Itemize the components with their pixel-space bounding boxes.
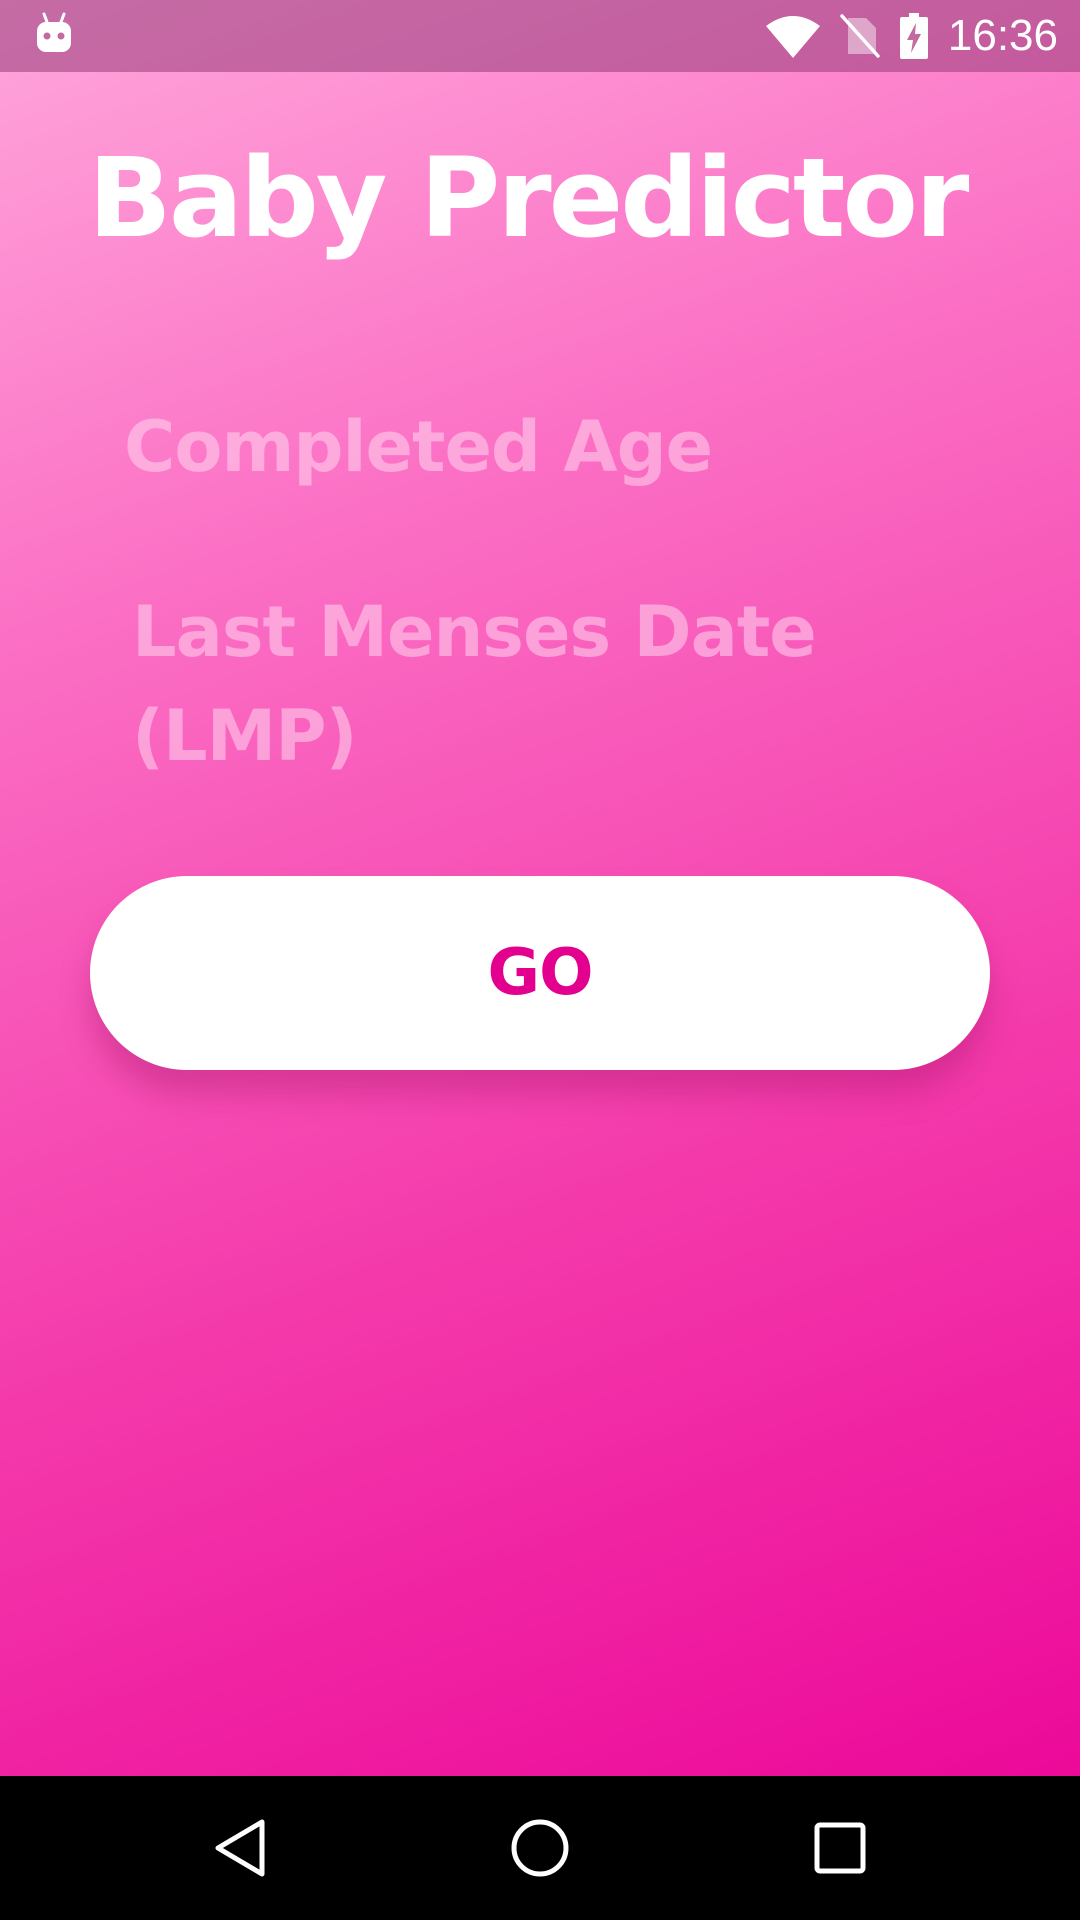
back-icon[interactable]	[190, 1798, 290, 1898]
battery-charging-icon	[899, 13, 928, 59]
no-sim-icon	[840, 14, 880, 58]
screen: 16:36 Baby Predictor Completed Age Last …	[0, 0, 1080, 1920]
app-background: 16:36 Baby Predictor Completed Age Last …	[0, 0, 1080, 1776]
home-icon[interactable]	[490, 1798, 590, 1898]
wifi-icon	[765, 14, 820, 58]
app-title: Baby Predictor	[88, 134, 969, 262]
recents-icon[interactable]	[790, 1798, 890, 1898]
status-time: 16:36	[947, 11, 1058, 60]
last-menses-date-field[interactable]: Last Menses Date (LMP)	[132, 580, 892, 788]
status-bar: 16:36	[0, 0, 1080, 72]
android-notification-icon	[36, 12, 72, 54]
go-button-label: GO	[487, 936, 594, 1010]
status-icons: 16:36	[765, 0, 1058, 72]
navigation-bar	[0, 1776, 1080, 1920]
completed-age-field[interactable]: Completed Age	[124, 406, 944, 488]
go-button[interactable]: GO	[90, 876, 990, 1070]
